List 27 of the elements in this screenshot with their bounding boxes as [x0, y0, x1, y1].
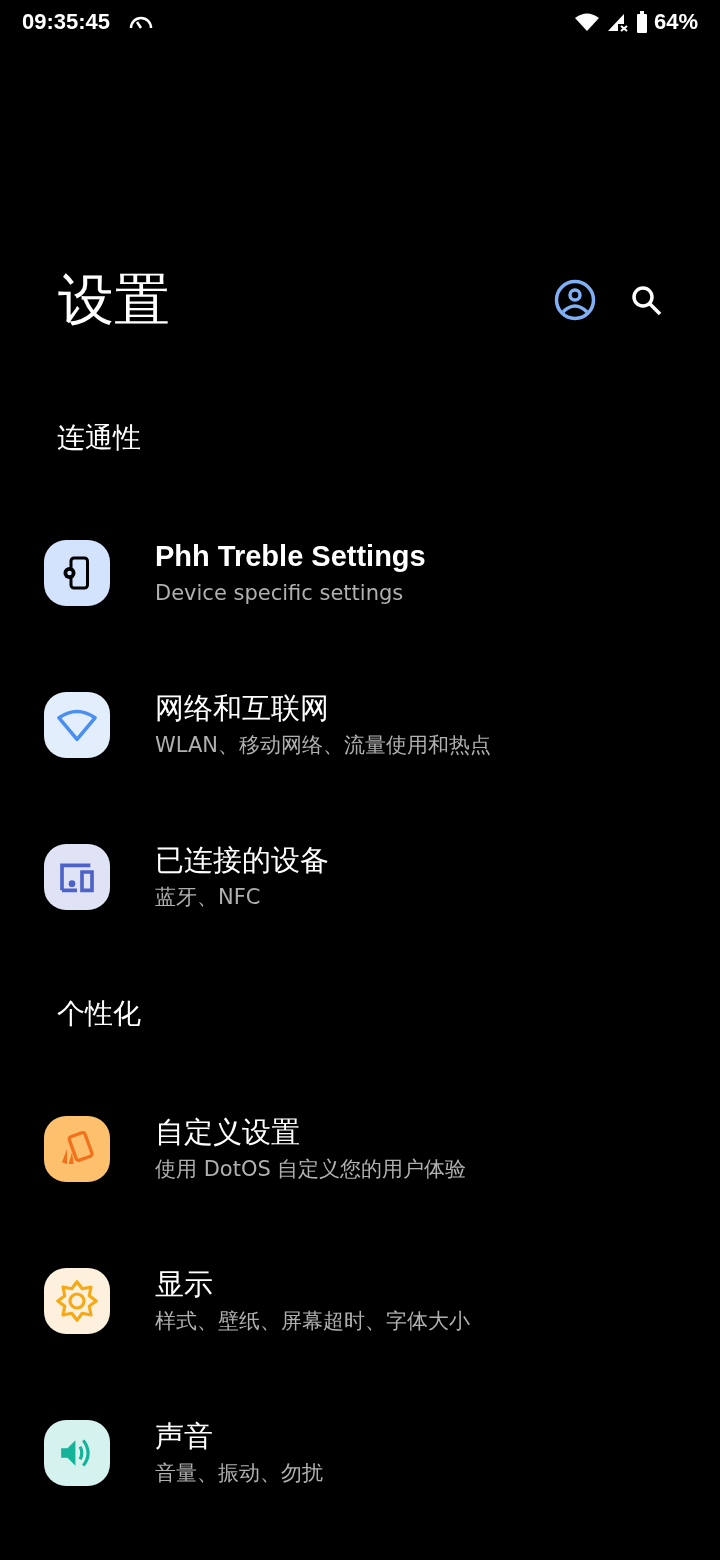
wifi-icon [573, 12, 600, 32]
section-header: 个性化 [56, 996, 142, 1032]
setting-summary: 样式、壁纸、屏幕超时、字体大小 [155, 1308, 470, 1335]
speaker-icon[interactable] [44, 1420, 110, 1486]
setting-summary: 蓝牙、NFC [155, 884, 262, 911]
card-icon[interactable] [44, 1116, 110, 1182]
wifi-icon[interactable] [44, 692, 110, 758]
devices-icon[interactable] [44, 844, 110, 910]
setting-title[interactable]: 声音 [155, 1418, 323, 1454]
setting-summary: 使用 DotOS 自定义您的用户体验 [155, 1156, 467, 1183]
clock: 09:35:45 [22, 9, 111, 35]
setting-title[interactable]: 网络和互联网 [155, 690, 492, 726]
battery-percentage: 64% [653, 9, 698, 35]
setting-title[interactable]: 已连接的设备 [155, 842, 329, 878]
setting-summary: WLAN、移动网络、流量使用和热点 [155, 732, 492, 759]
section-header: 连通性 [56, 420, 142, 456]
account-icon[interactable] [554, 279, 596, 321]
setting-title[interactable]: 自定义设置 [155, 1114, 467, 1150]
page-title: 设置 [58, 266, 170, 334]
setting-title[interactable]: Phh Treble Settings [155, 538, 426, 574]
search-icon[interactable] [630, 284, 662, 316]
setting-summary: 音量、振动、勿扰 [155, 1460, 323, 1487]
setting-summary: Device specific settings [155, 580, 405, 607]
battery-icon [635, 11, 648, 33]
brightness-icon[interactable] [44, 1268, 110, 1334]
setting-title[interactable]: 显示 [155, 1266, 470, 1302]
signal-icon [605, 12, 630, 32]
